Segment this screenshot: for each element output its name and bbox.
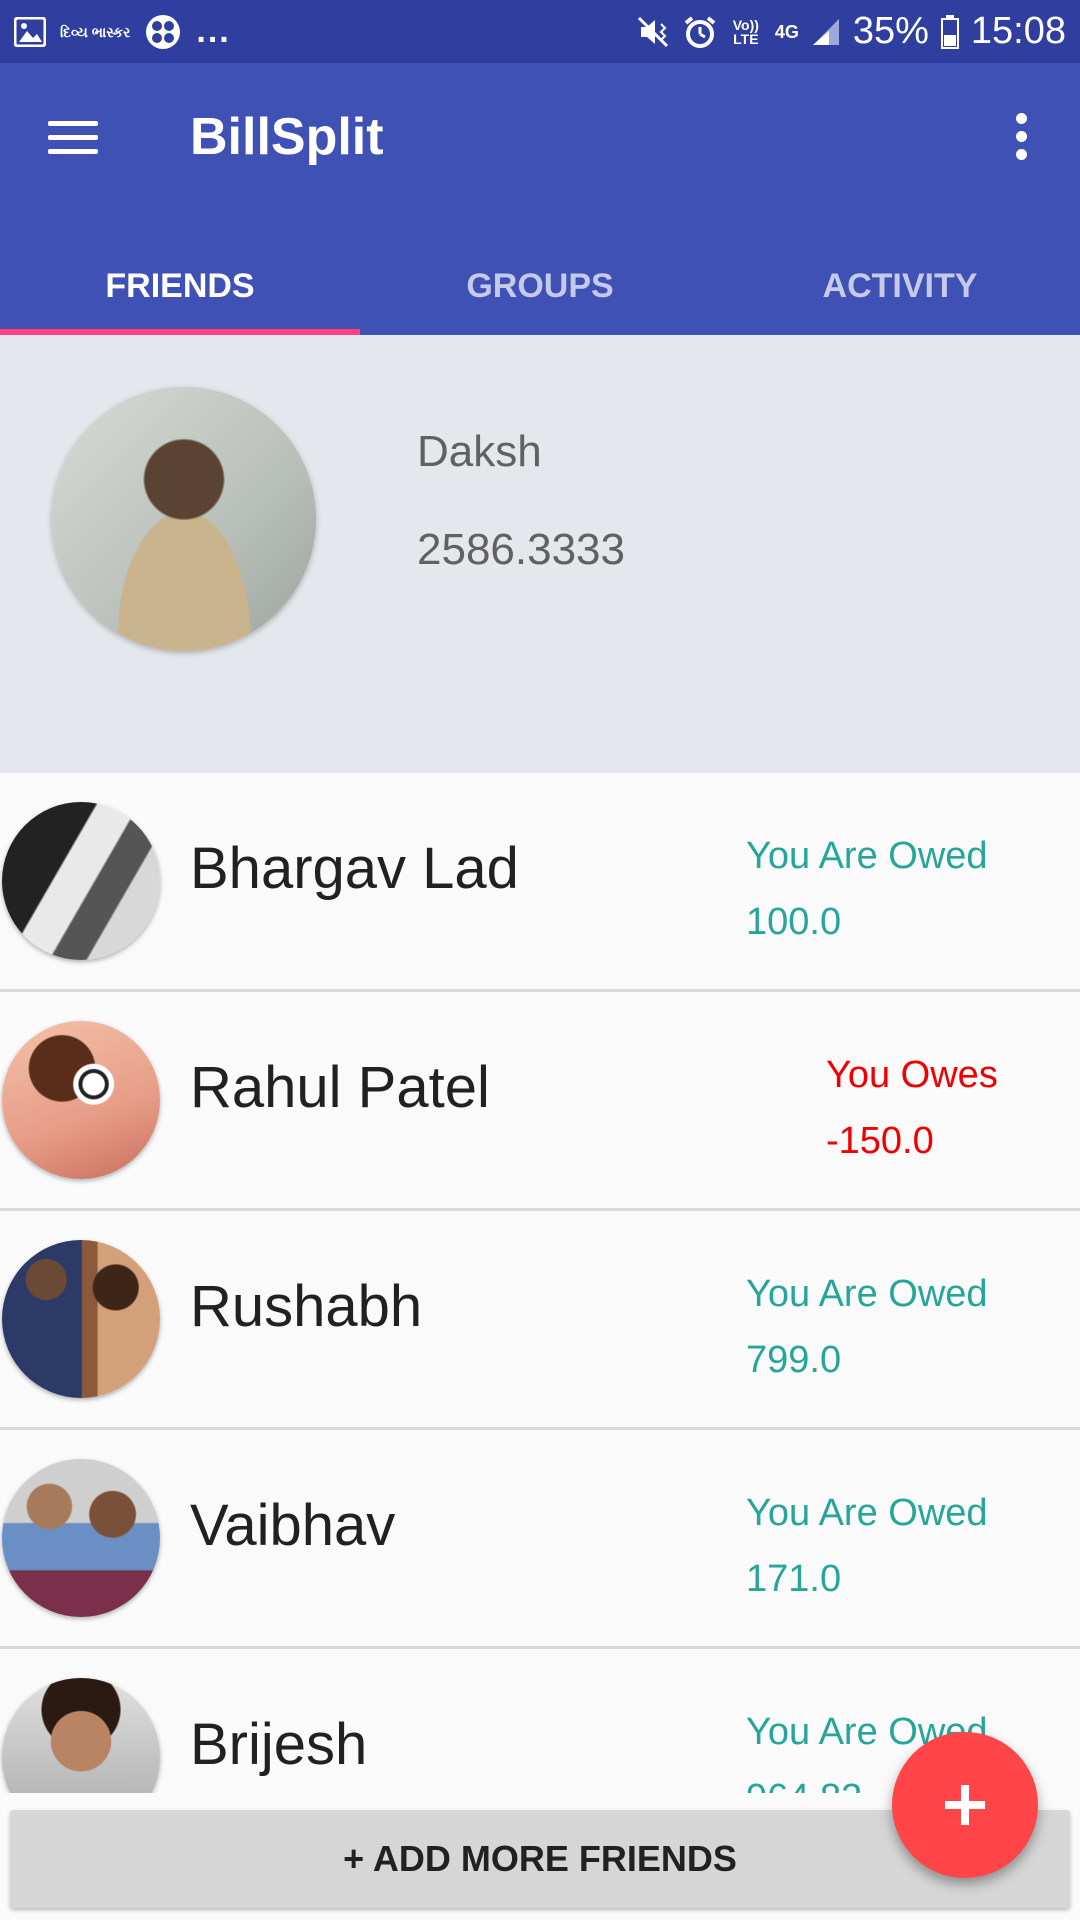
balance-label: You Owes xyxy=(826,1054,998,1096)
gallery-icon xyxy=(14,16,46,47)
app-title: BillSplit xyxy=(190,108,384,166)
status-left-icons: દિવ્ય ભાસ્કર ... xyxy=(14,12,231,51)
hamburger-menu-icon[interactable] xyxy=(40,113,106,163)
balance-status: You Are Owed 171.0 xyxy=(746,1480,1026,1612)
signal-icon xyxy=(811,17,841,47)
news-app-icon: દિવ્ય ભાસ્કર xyxy=(60,23,131,40)
avatar xyxy=(2,1459,160,1617)
clock: 15:08 xyxy=(970,10,1066,52)
toolbar: BillSplit xyxy=(0,63,1080,213)
balance-amount: 799.0 xyxy=(746,1339,842,1381)
friend-name: Brijesh xyxy=(190,1712,368,1777)
profile-avatar[interactable] xyxy=(52,387,316,651)
balance-amount: -150.0 xyxy=(826,1120,934,1162)
alarm-icon xyxy=(683,15,717,49)
friend-row[interactable]: Bhargav Lad You Are Owed 100.0 xyxy=(0,773,1080,992)
tab-bar: FRIENDS GROUPS ACTIVITY xyxy=(0,263,1080,335)
more-notifications-indicator: ... xyxy=(196,12,231,50)
avatar xyxy=(2,1021,160,1179)
balance-amount: 100.0 xyxy=(746,901,842,943)
balance-label: You Are Owed xyxy=(746,835,988,877)
friend-name: Vaibhav xyxy=(190,1493,396,1558)
balance-status: You Owes -150.0 xyxy=(826,1042,1026,1174)
tab-friends[interactable]: FRIENDS xyxy=(0,263,360,335)
friend-list: Bhargav Lad You Are Owed 100.0 Rahul Pat… xyxy=(0,773,1080,1793)
balance-status: You Are Owed 799.0 xyxy=(746,1261,1026,1393)
friend-name: Rushabh xyxy=(190,1274,423,1339)
battery-percent: 35% xyxy=(852,10,929,52)
friend-row[interactable]: Rushabh You Are Owed 799.0 xyxy=(0,1211,1080,1430)
fan-icon xyxy=(144,13,182,51)
volte-icon: Vo)) LTE xyxy=(732,16,759,47)
friend-name: Bhargav Lad xyxy=(190,836,519,901)
profile-header: Daksh 2586.3333 xyxy=(0,335,1080,773)
profile-name: Daksh xyxy=(417,427,542,476)
app-bar: BillSplit FRIENDS GROUPS ACTIVITY xyxy=(0,63,1080,335)
status-bar: દિવ્ય ભાસ્કર ... Vo)) LTE 4G 35% 15:08 xyxy=(0,0,1080,63)
balance-label: You Are Owed xyxy=(746,1273,988,1315)
balance-label: You Are Owed xyxy=(746,1492,988,1534)
avatar xyxy=(2,1678,160,1793)
friend-name: Rahul Patel xyxy=(190,1055,490,1120)
avatar xyxy=(2,802,160,960)
4g-icon: 4G xyxy=(774,21,799,42)
tab-groups[interactable]: GROUPS xyxy=(360,263,720,335)
balance-status: You Are Owed 100.0 xyxy=(746,823,1026,955)
more-vert-icon[interactable] xyxy=(1000,107,1044,167)
balance-amount: 171.0 xyxy=(746,1558,842,1600)
friend-row[interactable]: Rahul Patel You Owes -150.0 xyxy=(0,992,1080,1211)
avatar xyxy=(2,1240,160,1398)
billsplit-screen: દિવ્ય ભાસ્કર ... Vo)) LTE 4G 35% 15:08 B… xyxy=(0,0,1080,1920)
profile-balance: 2586.3333 xyxy=(417,525,625,574)
tab-activity[interactable]: ACTIVITY xyxy=(720,263,1080,335)
add-fab-button[interactable] xyxy=(892,1732,1038,1878)
friend-row[interactable]: Vaibhav You Are Owed 171.0 xyxy=(0,1430,1080,1649)
add-icon xyxy=(945,1785,985,1825)
mute-vibrate-icon xyxy=(635,14,671,50)
status-right-icons: Vo)) LTE 4G 35% 15:08 xyxy=(635,10,1066,53)
battery-icon xyxy=(940,14,959,49)
